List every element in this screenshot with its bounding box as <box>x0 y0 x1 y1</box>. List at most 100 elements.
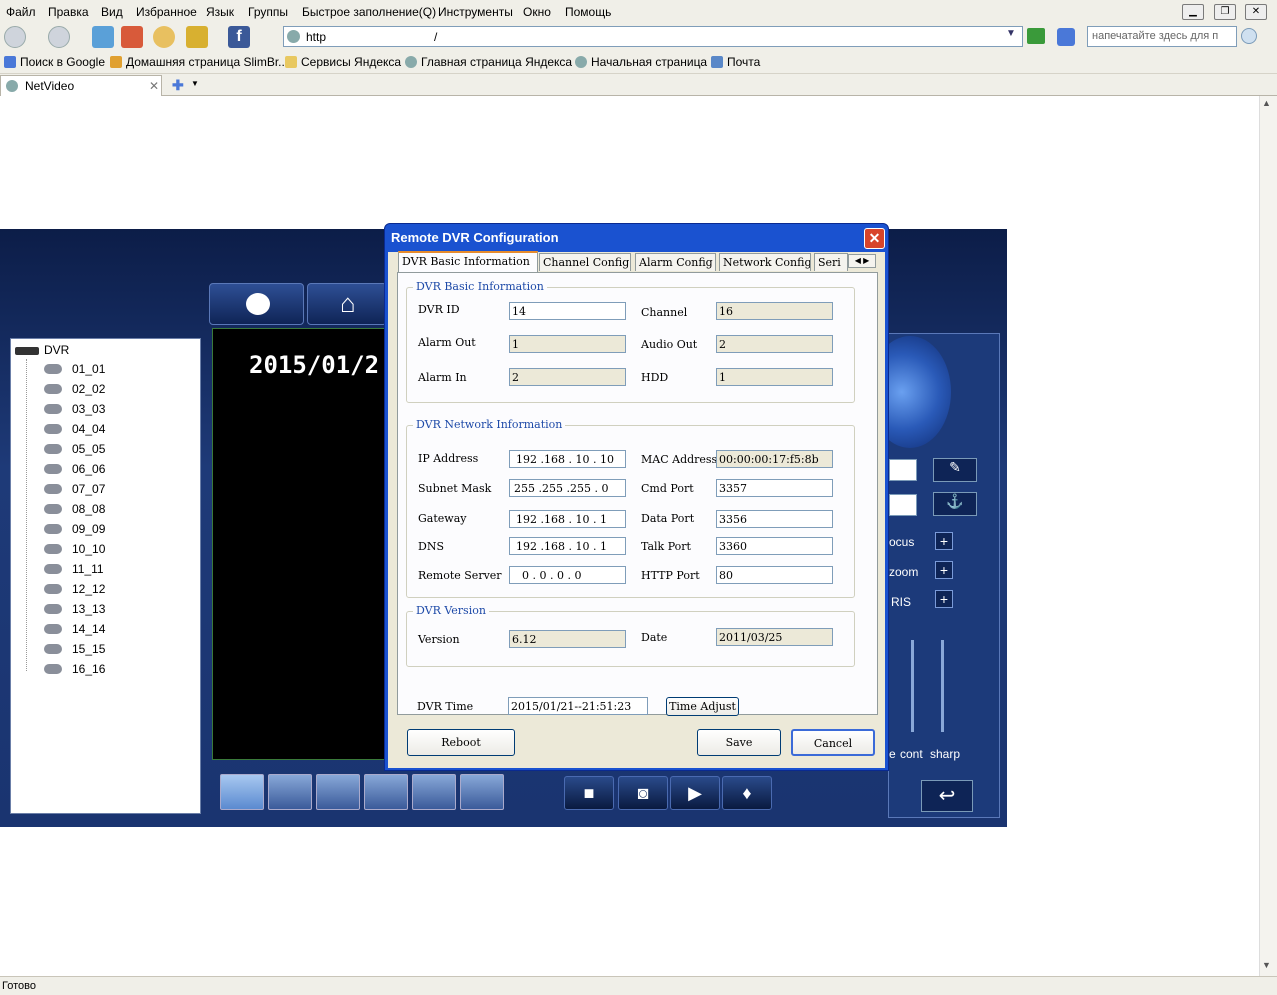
channel-item[interactable]: 13_13 <box>44 602 105 616</box>
facebook-icon[interactable]: f <box>228 26 250 48</box>
scroll-up-icon[interactable]: ▲ <box>1262 98 1271 108</box>
home-nav-button[interactable]: ⌂ <box>307 283 387 325</box>
tab-serial[interactable]: Seri <box>814 253 848 271</box>
scroll-down-icon[interactable]: ▼ <box>1262 960 1271 970</box>
channel-item[interactable]: 02_02 <box>44 382 105 396</box>
search-input[interactable]: напечатайте здесь для п <box>1087 26 1237 47</box>
tab-alarm-config[interactable]: Alarm Config <box>635 253 716 271</box>
tab-scroll-arrows-icon[interactable]: ◀ ▶ <box>848 254 876 268</box>
search-go-icon[interactable] <box>1241 28 1257 44</box>
menu-groups[interactable]: Группы <box>248 5 288 19</box>
favorite-mail[interactable]: Почта <box>711 55 760 69</box>
menu-window[interactable]: Окно <box>523 5 551 19</box>
contrast-slider[interactable] <box>911 640 914 732</box>
favorite-start-page[interactable]: Начальная страница <box>575 55 707 69</box>
remote-server-field[interactable]: 0 . 0 . 0 . 0 <box>509 566 626 584</box>
cruise-select[interactable] <box>889 494 917 516</box>
users-button[interactable] <box>209 283 304 325</box>
dvr-time-field[interactable]: 2015/01/21--21:51:23 <box>508 697 648 715</box>
tab-close-icon[interactable]: ✕ <box>149 79 159 93</box>
talk-port-field[interactable]: 3360 <box>716 537 833 555</box>
menu-language[interactable]: Язык <box>206 5 234 19</box>
layout-custom-button[interactable] <box>460 774 504 810</box>
channel-item[interactable]: 09_09 <box>44 522 105 536</box>
ip-address-field[interactable]: 192 .168 . 10 . 10 <box>509 450 626 468</box>
time-adjust-button[interactable]: Time Adjust <box>666 697 739 716</box>
menu-favorites[interactable]: Избранное <box>136 5 197 19</box>
set-preset-icon[interactable]: ✎ <box>933 458 977 482</box>
favorite-yandex-main[interactable]: Главная страница Яндекса <box>405 55 572 69</box>
vertical-scrollbar[interactable]: ▲ ▼ <box>1259 96 1277 976</box>
save-button[interactable]: Save <box>697 729 781 756</box>
menu-help[interactable]: Помощь <box>565 5 611 19</box>
channel-item[interactable]: 07_07 <box>44 482 105 496</box>
channel-item[interactable]: 03_03 <box>44 402 105 416</box>
talk-button[interactable]: ♦ <box>722 776 772 810</box>
home-icon[interactable] <box>121 26 143 48</box>
google-icon[interactable] <box>1057 28 1075 46</box>
focus-plus-button[interactable]: + <box>935 532 953 550</box>
tab-channel-config[interactable]: Channel Config <box>539 253 631 271</box>
add-favorite-icon[interactable] <box>186 26 208 48</box>
address-dropdown-icon[interactable]: ▼ <box>1006 28 1016 39</box>
dialog-close-button[interactable]: ✕ <box>864 228 885 249</box>
go-icon[interactable] <box>1027 28 1045 44</box>
address-bar[interactable]: http / ▼ <box>283 26 1023 47</box>
sharpness-slider[interactable] <box>941 640 944 732</box>
zoom-plus-button[interactable]: + <box>935 561 953 579</box>
return-icon[interactable]: ↩ <box>921 780 973 812</box>
http-port-field[interactable]: 80 <box>716 566 833 584</box>
favorite-google-search[interactable]: Поиск в Google <box>4 55 105 69</box>
reboot-button[interactable]: Reboot <box>407 729 515 756</box>
channel-item[interactable]: 06_06 <box>44 462 105 476</box>
tree-root-dvr[interactable]: DVR <box>44 343 69 357</box>
data-port-field[interactable]: 3356 <box>716 510 833 528</box>
tab-basic-information[interactable]: DVR Basic Information <box>398 251 538 272</box>
cancel-button[interactable]: Cancel <box>791 729 875 756</box>
dvr-id-field[interactable]: 14 <box>509 302 626 320</box>
layout-1-button[interactable] <box>220 774 264 810</box>
record-button[interactable]: ▶ <box>670 776 720 810</box>
tab-network-config[interactable]: Network Config <box>719 253 811 271</box>
forward-icon[interactable] <box>48 26 70 48</box>
layout-9-button[interactable] <box>364 774 408 810</box>
snapshot-button[interactable]: ◙ <box>618 776 668 810</box>
stop-button[interactable]: ■ <box>564 776 614 810</box>
new-tab-icon[interactable]: ✚ <box>172 77 184 94</box>
menu-autofill[interactable]: Быстрое заполнение(Q) <box>302 5 436 19</box>
dns-field[interactable]: 192 .168 . 10 . 1 <box>509 537 626 555</box>
video-view[interactable]: 2015/01/2 <box>212 328 387 760</box>
channel-item[interactable]: 04_04 <box>44 422 105 436</box>
layout-16-button[interactable] <box>412 774 456 810</box>
cmd-port-field[interactable]: 3357 <box>716 479 833 497</box>
favorite-slimbrowser[interactable]: Домашняя страница SlimBr... <box>110 55 288 69</box>
iris-plus-button[interactable]: + <box>935 590 953 608</box>
channel-item[interactable]: 12_12 <box>44 582 105 596</box>
menu-view[interactable]: Вид <box>101 5 123 19</box>
layout-6-button[interactable] <box>316 774 360 810</box>
gateway-field[interactable]: 192 .168 . 10 . 1 <box>509 510 626 528</box>
menu-file[interactable]: Файл <box>6 5 36 19</box>
anchor-icon[interactable]: ⚓ <box>933 492 977 516</box>
minimize-button[interactable]: ▁ <box>1182 4 1204 20</box>
channel-item[interactable]: 14_14 <box>44 622 105 636</box>
favorite-yandex-services[interactable]: Сервисы Яндекса <box>285 55 401 69</box>
menu-edit[interactable]: Правка <box>48 5 89 19</box>
channel-item[interactable]: 15_15 <box>44 642 105 656</box>
channel-item[interactable]: 05_05 <box>44 442 105 456</box>
tab-netvideo[interactable]: NetVideo ✕ <box>0 75 162 96</box>
tab-menu-icon[interactable]: ▼ <box>191 79 199 88</box>
search-icon[interactable] <box>153 26 175 48</box>
refresh-icon[interactable] <box>92 26 114 48</box>
channel-item[interactable]: 08_08 <box>44 502 105 516</box>
channel-item[interactable]: 16_16 <box>44 662 105 676</box>
close-window-button[interactable]: ✕ <box>1245 4 1267 20</box>
subnet-mask-field[interactable]: 255 .255 .255 . 0 <box>509 479 626 497</box>
restore-button[interactable]: ❐ <box>1214 4 1236 20</box>
channel-item[interactable]: 11_11 <box>44 562 104 576</box>
channel-item[interactable]: 01_01 <box>44 362 105 376</box>
menu-tools[interactable]: Инструменты <box>438 5 513 19</box>
layout-4-button[interactable] <box>268 774 312 810</box>
channel-item[interactable]: 10_10 <box>44 542 105 556</box>
preset-select[interactable] <box>889 459 917 481</box>
